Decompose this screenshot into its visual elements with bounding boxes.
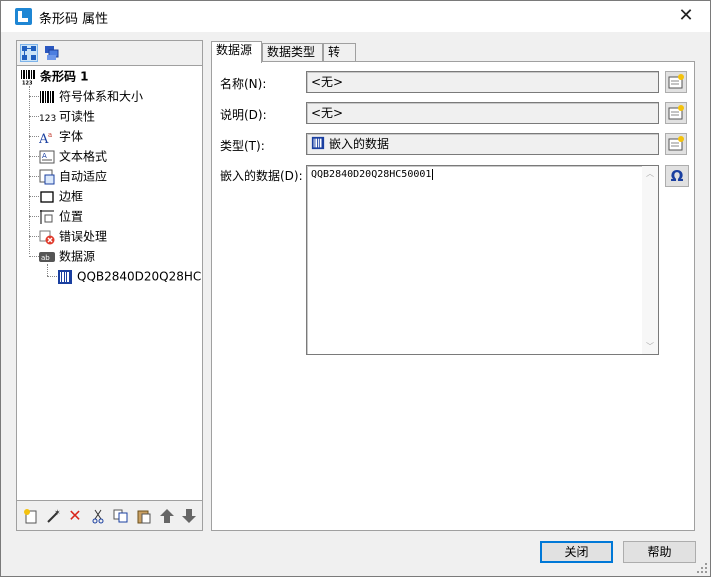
edit-card-icon bbox=[668, 105, 684, 120]
tree-item-readability[interactable]: 123 可读性 bbox=[39, 106, 95, 126]
type-value: 嵌入的数据 bbox=[329, 137, 390, 151]
position-icon bbox=[39, 209, 55, 225]
tab-data-type[interactable]: 数据类型 bbox=[262, 43, 323, 62]
name-field[interactable]: <无> bbox=[306, 71, 659, 93]
cut-icon[interactable] bbox=[90, 508, 106, 524]
embedded-data-icon bbox=[57, 269, 73, 285]
text-format-icon: A bbox=[39, 149, 55, 165]
object-tree-panel: 123 条形码 1 符号体系和大小 123 可读性 A a 字体 A 文本格式 … bbox=[16, 40, 203, 531]
tree-item-text-format[interactable]: A 文本格式 bbox=[39, 146, 107, 166]
description-field[interactable]: <无> bbox=[306, 102, 659, 124]
copy-icon[interactable] bbox=[113, 508, 129, 524]
svg-text:ab: ab bbox=[41, 254, 50, 262]
data-source-tab-panel: 名称(N): <无> 说明(D): <无> 类型(T): 嵌入的数据 嵌入的数据… bbox=[211, 61, 695, 531]
svg-text:✶: ✶ bbox=[54, 508, 61, 517]
resize-grip-icon[interactable] bbox=[696, 562, 708, 574]
tree-item-font[interactable]: A a 字体 bbox=[38, 126, 83, 147]
layers-view-icon[interactable] bbox=[43, 44, 61, 62]
tree-root-barcode[interactable]: 123 条形码 1 bbox=[20, 66, 89, 86]
special-character-button[interactable]: Ω bbox=[665, 165, 689, 187]
barcode-bars-icon bbox=[39, 89, 55, 105]
help-button[interactable]: 帮助 bbox=[623, 541, 696, 563]
auto-fit-icon bbox=[39, 169, 55, 185]
delete-icon[interactable]: ✕ bbox=[67, 508, 83, 524]
tree-item-error-handling[interactable]: 错误处理 bbox=[39, 226, 107, 246]
structure-view-icon[interactable] bbox=[20, 44, 38, 62]
embedded-data-icon bbox=[311, 136, 325, 156]
name-label: 名称(N): bbox=[220, 77, 267, 91]
font-icon: A a bbox=[38, 129, 55, 147]
svg-text:a: a bbox=[48, 131, 52, 139]
tree-item-position[interactable]: 位置 bbox=[39, 206, 83, 226]
svg-text:123: 123 bbox=[22, 80, 33, 85]
type-field[interactable]: 嵌入的数据 bbox=[306, 133, 659, 155]
error-icon bbox=[39, 229, 55, 245]
paste-icon[interactable] bbox=[136, 508, 152, 524]
move-down-icon[interactable] bbox=[181, 508, 197, 524]
window-title: 条形码 属性 bbox=[39, 12, 109, 27]
close-icon[interactable]: ✕ bbox=[676, 5, 696, 27]
tree-toolbar bbox=[17, 41, 202, 66]
properties-dialog: 条形码 属性 ✕ 123 条形码 1 符号体系和大小 123 可读性 A a 字… bbox=[0, 0, 711, 577]
textarea-scrollbar[interactable]: ︿ ﹀ bbox=[642, 166, 658, 354]
tree-subitem-embedded-data[interactable]: QQB2840D20Q28HCS bbox=[57, 266, 202, 286]
new-icon[interactable] bbox=[23, 508, 39, 524]
tree-bottom-toolbar: ✶ ✕ bbox=[17, 500, 202, 530]
move-up-icon[interactable] bbox=[159, 508, 175, 524]
type-picker-button[interactable] bbox=[665, 133, 687, 155]
app-icon bbox=[15, 8, 32, 25]
embedded-data-textarea[interactable]: QQB2840D20Q28HC50001 ︿ ﹀ bbox=[306, 165, 659, 355]
embedded-data-value: QQB2840D20Q28HC50001 bbox=[311, 169, 432, 180]
tree-item-border[interactable]: 边框 bbox=[39, 186, 83, 206]
type-label: 类型(T): bbox=[220, 139, 265, 153]
name-picker-button[interactable] bbox=[665, 71, 687, 93]
tab-data-source[interactable]: 数据源 bbox=[211, 41, 262, 63]
tree-item-auto-fit[interactable]: 自动适应 bbox=[39, 166, 107, 186]
embedded-data-label: 嵌入的数据(D): bbox=[220, 169, 303, 183]
barcode-icon: 123 bbox=[20, 69, 36, 86]
data-source-icon: ab bbox=[39, 249, 55, 265]
close-button[interactable]: 关闭 bbox=[540, 541, 613, 563]
tab-transform[interactable]: 转换 bbox=[323, 43, 356, 76]
edit-card-icon bbox=[668, 136, 684, 151]
border-icon bbox=[39, 189, 55, 205]
tree-item-data-source[interactable]: ab 数据源 bbox=[39, 246, 95, 266]
tree-item-symbology[interactable]: 符号体系和大小 bbox=[39, 86, 143, 106]
title-bar: 条形码 属性 ✕ bbox=[1, 1, 710, 32]
digits-icon: 123 bbox=[39, 113, 57, 124]
description-label: 说明(D): bbox=[220, 108, 267, 122]
object-tree: 123 条形码 1 符号体系和大小 123 可读性 A a 字体 A 文本格式 … bbox=[17, 66, 202, 500]
description-picker-button[interactable] bbox=[665, 102, 687, 124]
wand-icon[interactable]: ✶ bbox=[45, 508, 61, 524]
svg-text:A: A bbox=[42, 152, 47, 160]
edit-card-icon bbox=[668, 74, 684, 89]
